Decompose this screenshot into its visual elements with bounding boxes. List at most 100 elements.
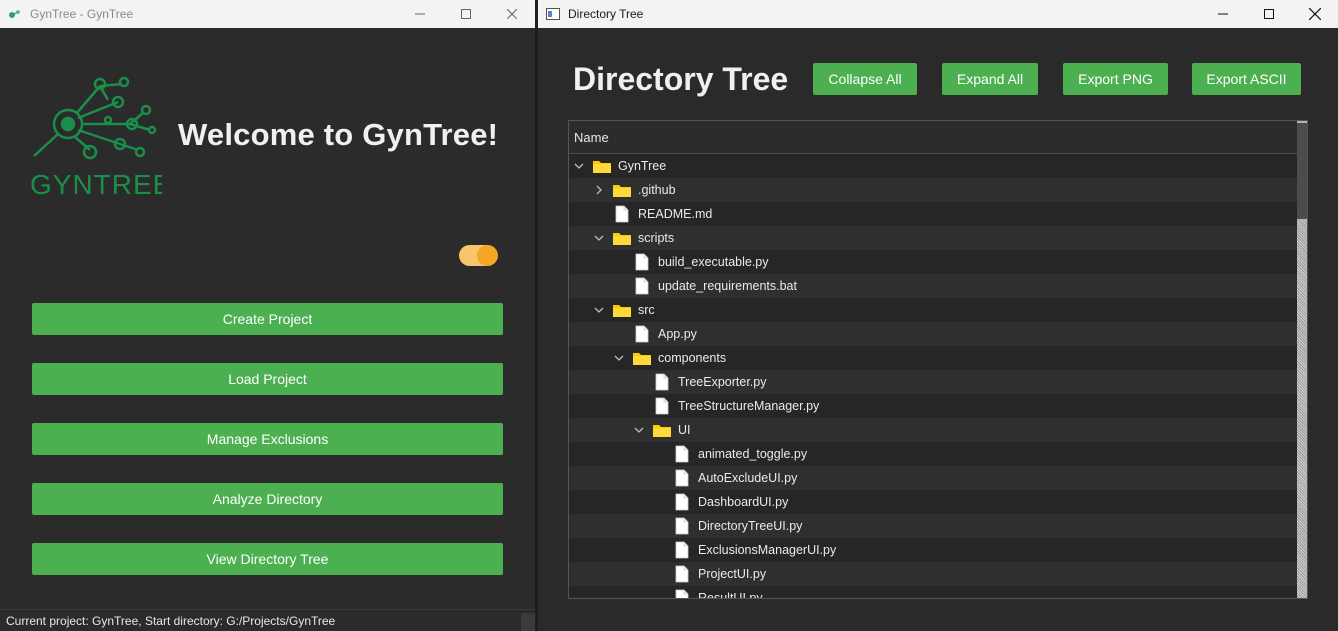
tree-folder-row[interactable]: UI	[569, 418, 1297, 442]
manage-exclusions-button[interactable]: Manage Exclusions	[32, 423, 503, 455]
tree-item-label: ProjectUI.py	[698, 567, 767, 581]
tree-item-label: App.py	[658, 327, 697, 341]
column-header-name[interactable]: Name	[569, 121, 1297, 154]
tree-item-label: ExclusionsManagerUI.py	[698, 543, 837, 557]
file-icon	[632, 325, 652, 343]
window-title: Directory Tree	[568, 7, 644, 21]
file-icon	[632, 253, 652, 271]
tree-file-row[interactable]: App.py	[569, 322, 1297, 346]
welcome-heading: Welcome to GynTree!	[178, 117, 499, 152]
tree-file-row[interactable]: build_executable.py	[569, 250, 1297, 274]
tree-item-label: update_requirements.bat	[658, 279, 797, 293]
tree-file-row[interactable]: ProjectUI.py	[569, 562, 1297, 586]
tree-item-label: animated_toggle.py	[698, 447, 808, 461]
tree-file-row[interactable]: ResultUI.py	[569, 586, 1297, 598]
tree-file-row[interactable]: update_requirements.bat	[569, 274, 1297, 298]
view-directory-tree-button[interactable]: View Directory Tree	[32, 543, 503, 575]
app-logo-icon	[8, 7, 22, 21]
directory-tree-view[interactable]: Name GynTree .github README.md scripts build…	[568, 120, 1308, 599]
gyntree-dashboard-window: GynTree - GynTree GYNTREE Welcome to Gyn…	[0, 0, 535, 631]
theme-toggle[interactable]	[459, 245, 498, 266]
chevron-down-icon[interactable]	[632, 423, 646, 437]
chevron-down-icon[interactable]	[612, 351, 626, 365]
close-button[interactable]	[1292, 0, 1338, 28]
tree-file-row[interactable]: DirectoryTreeUI.py	[569, 514, 1297, 538]
folder-icon	[592, 157, 612, 175]
tree-folder-row[interactable]: .github	[569, 178, 1297, 202]
maximize-icon	[461, 9, 471, 19]
file-icon	[652, 397, 672, 415]
chevron-down-icon[interactable]	[572, 159, 586, 173]
resize-grip[interactable]	[521, 613, 535, 631]
tree-item-label: src	[638, 303, 655, 317]
tree-file-row[interactable]: DashboardUI.py	[569, 490, 1297, 514]
tree-folder-row[interactable]: scripts	[569, 226, 1297, 250]
tree-file-row[interactable]: animated_toggle.py	[569, 442, 1297, 466]
collapse-all-button[interactable]: Collapse All	[813, 63, 917, 95]
tree-file-row[interactable]: AutoExcludeUI.py	[569, 466, 1297, 490]
tree-folder-row[interactable]: src	[569, 298, 1297, 322]
page-title: Directory Tree	[573, 61, 789, 97]
chevron-right-icon[interactable]	[592, 183, 606, 197]
chevron-down-icon[interactable]	[592, 231, 606, 245]
folder-icon	[612, 301, 632, 319]
tree-file-row[interactable]: ExclusionsManagerUI.py	[569, 538, 1297, 562]
tree-item-label: GynTree	[618, 159, 667, 173]
minimize-button[interactable]	[397, 0, 443, 28]
tree-item-label: build_executable.py	[658, 255, 769, 269]
tree-file-row[interactable]: TreeStructureManager.py	[569, 394, 1297, 418]
tree-item-label: .github	[638, 183, 676, 197]
file-icon	[672, 517, 692, 535]
tree-item-label: components	[658, 351, 727, 365]
file-icon	[672, 541, 692, 559]
gyntree-logo: GYNTREE	[28, 72, 171, 200]
vertical-scrollbar[interactable]	[1297, 121, 1307, 598]
file-icon	[672, 493, 692, 511]
tree-item-label: AutoExcludeUI.py	[698, 471, 798, 485]
create-project-button[interactable]: Create Project	[32, 303, 503, 335]
maximize-icon	[1264, 9, 1274, 19]
file-icon	[672, 589, 692, 598]
folder-icon	[652, 421, 672, 439]
chevron-down-icon[interactable]	[592, 303, 606, 317]
tree-folder-row[interactable]: components	[569, 346, 1297, 370]
tree-item-label: DirectoryTreeUI.py	[698, 519, 803, 533]
file-icon	[672, 445, 692, 463]
title-bar[interactable]: Directory Tree	[538, 0, 1338, 28]
tree-rows: GynTree .github README.md scripts build_exec…	[569, 154, 1297, 598]
logo-text: GYNTREE	[30, 169, 162, 198]
tree-folder-row[interactable]: GynTree	[569, 154, 1297, 178]
file-icon	[612, 205, 632, 223]
folder-icon	[612, 181, 632, 199]
expand-all-button[interactable]: Expand All	[942, 63, 1038, 95]
load-project-button[interactable]: Load Project	[32, 363, 503, 395]
tree-item-label: TreeExporter.py	[678, 375, 767, 389]
export-ascii-button[interactable]: Export ASCII	[1192, 63, 1301, 95]
directory-tree-window: Directory Tree Directory Tree Collapse A…	[538, 0, 1338, 631]
folder-icon	[632, 349, 652, 367]
maximize-button[interactable]	[443, 0, 489, 28]
tree-file-row[interactable]: README.md	[569, 202, 1297, 226]
tree-item-label: scripts	[638, 231, 675, 245]
export-png-button[interactable]: Export PNG	[1063, 63, 1168, 95]
minimize-icon	[415, 13, 425, 15]
window-title: GynTree - GynTree	[30, 7, 134, 21]
tree-file-row[interactable]: TreeExporter.py	[569, 370, 1297, 394]
analyze-directory-button[interactable]: Analyze Directory	[32, 483, 503, 515]
title-bar[interactable]: GynTree - GynTree	[0, 0, 535, 28]
minimize-button[interactable]	[1200, 0, 1246, 28]
scrollbar-thumb[interactable]	[1297, 123, 1307, 219]
maximize-button[interactable]	[1246, 0, 1292, 28]
close-button[interactable]	[489, 0, 535, 28]
folder-icon	[612, 229, 632, 247]
